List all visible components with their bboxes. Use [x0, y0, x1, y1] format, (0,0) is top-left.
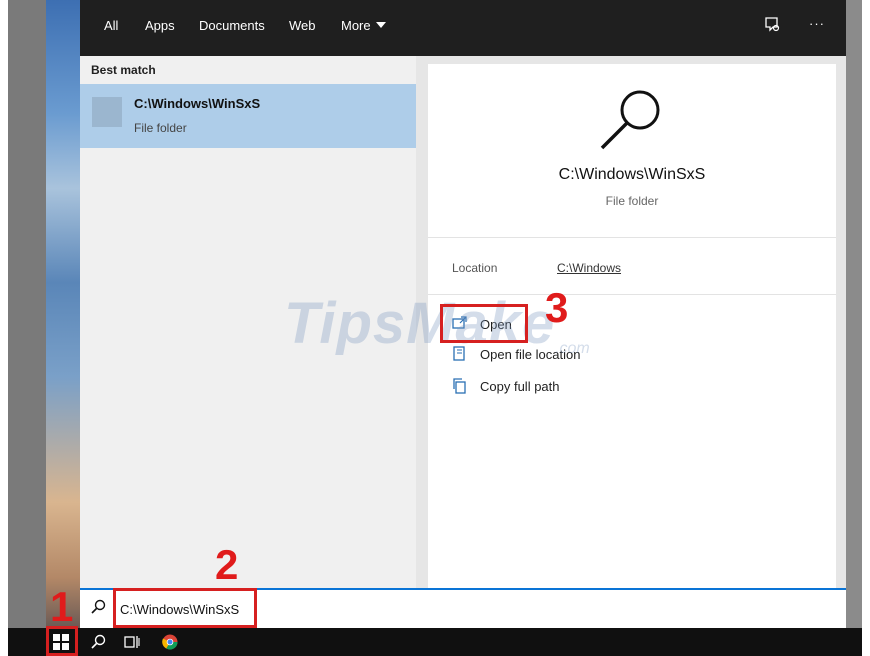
step-3-number: 3: [545, 284, 569, 331]
more-options-icon[interactable]: ···: [809, 16, 825, 31]
detail-subtitle: File folder: [605, 194, 659, 208]
step-2-number: 2: [215, 541, 239, 588]
copy-icon: [452, 378, 468, 397]
location-link[interactable]: C:\Windows: [557, 261, 621, 275]
step-3-highlight: [440, 304, 528, 343]
search-filter-bar: [80, 0, 846, 56]
best-match-result[interactable]: [80, 84, 416, 148]
separator: [428, 237, 836, 238]
step-1-highlight: [46, 626, 78, 656]
task-view-icon[interactable]: [124, 634, 140, 655]
tab-documents[interactable]: Documents: [199, 18, 265, 33]
tab-all[interactable]: All: [104, 18, 118, 33]
tab-more[interactable]: More: [341, 18, 386, 33]
copy-full-path-label: Copy full path: [480, 379, 560, 394]
location-label: Location: [452, 261, 498, 275]
chrome-icon[interactable]: [162, 634, 178, 655]
tab-apps[interactable]: Apps: [145, 18, 175, 33]
feedback-icon[interactable]: [764, 16, 782, 39]
watermark-suffix: .com: [555, 340, 590, 357]
desktop-right-edge: [846, 0, 862, 628]
search-icon: [596, 84, 668, 161]
folder-icon: [92, 97, 122, 127]
result-title: C:\Windows\WinSxS: [134, 96, 261, 111]
desktop-wallpaper: [46, 0, 80, 628]
caret-down-icon: [375, 22, 386, 28]
best-match-label: Best match: [91, 63, 156, 77]
result-subtitle: File folder: [134, 121, 187, 135]
step-1-number: 1: [50, 583, 74, 630]
detail-title: C:\Windows\WinSxS: [558, 166, 706, 183]
taskbar-search-icon[interactable]: [90, 634, 106, 655]
search-box-icon: [90, 599, 106, 620]
step-2-highlight: [113, 588, 257, 628]
tab-more-label: More: [341, 18, 371, 33]
tab-web[interactable]: Web: [289, 18, 316, 33]
